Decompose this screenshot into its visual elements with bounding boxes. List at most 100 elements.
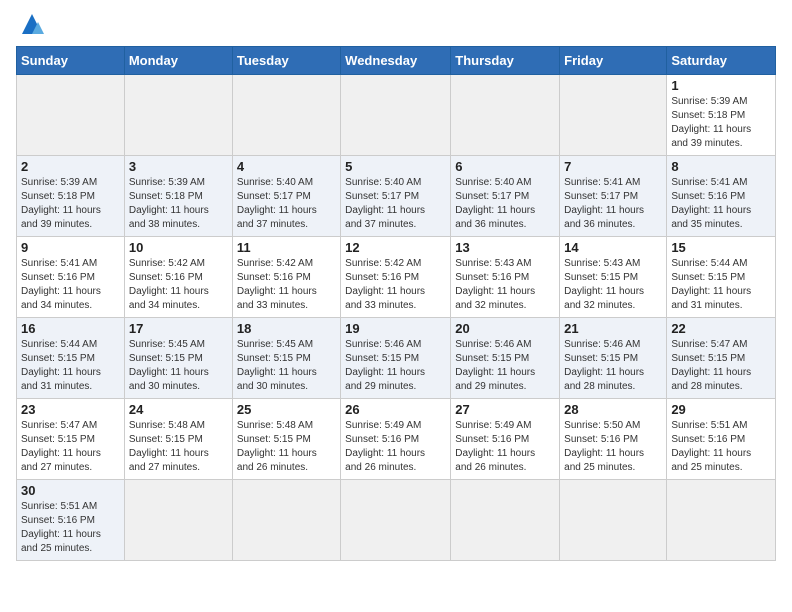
day-info: Sunrise: 5:48 AM Sunset: 5:15 PM Dayligh… xyxy=(129,419,228,475)
weekday-header-friday: Friday xyxy=(560,47,667,75)
day-number: 21 xyxy=(564,321,662,336)
day-number: 15 xyxy=(671,240,771,255)
day-number: 3 xyxy=(129,159,228,174)
day-info: Sunrise: 5:43 AM Sunset: 5:16 PM Dayligh… xyxy=(455,257,555,313)
day-info: Sunrise: 5:51 AM Sunset: 5:16 PM Dayligh… xyxy=(21,500,120,556)
calendar-cell: 11 Sunrise: 5:42 AM Sunset: 5:16 PM Dayli… xyxy=(232,237,340,318)
calendar-cell: 7Sunrise: 5:41 AM Sunset: 5:17 PM Daylig… xyxy=(560,156,667,237)
day-info: Sunrise: 5:46 AM Sunset: 5:15 PM Dayligh… xyxy=(564,338,662,394)
calendar-cell: 30Sunrise: 5:51 AM Sunset: 5:16 PM Dayli… xyxy=(17,480,125,561)
calendar-week-row: 2 Sunrise: 5:39 AM Sunset: 5:18 PM Daylig… xyxy=(17,156,776,237)
header xyxy=(16,10,776,38)
calendar-cell: 10 Sunrise: 5:42 AM Sunset: 5:16 PM Dayli… xyxy=(124,237,232,318)
calendar-cell: 22Sunrise: 5:47 AM Sunset: 5:15 PM Dayli… xyxy=(667,318,776,399)
weekday-header-monday: Monday xyxy=(124,47,232,75)
calendar-cell: 17 Sunrise: 5:45 AM Sunset: 5:15 PM Dayli… xyxy=(124,318,232,399)
calendar-cell: 5Sunrise: 5:40 AM Sunset: 5:17 PM Daylig… xyxy=(341,156,451,237)
calendar-week-row: 23 Sunrise: 5:47 AM Sunset: 5:15 PM Dayli… xyxy=(17,399,776,480)
day-info: Sunrise: 5:41 AM Sunset: 5:17 PM Dayligh… xyxy=(564,176,662,232)
calendar-cell: 8 Sunrise: 5:41 AM Sunset: 5:16 PM Daylig… xyxy=(667,156,776,237)
day-info: Sunrise: 5:46 AM Sunset: 5:15 PM Dayligh… xyxy=(345,338,446,394)
calendar-cell xyxy=(124,480,232,561)
day-info: Sunrise: 5:48 AM Sunset: 5:15 PM Dayligh… xyxy=(237,419,336,475)
calendar-cell xyxy=(560,75,667,156)
day-number: 22 xyxy=(671,321,771,336)
calendar-cell xyxy=(17,75,125,156)
day-info: Sunrise: 5:40 AM Sunset: 5:17 PM Dayligh… xyxy=(455,176,555,232)
calendar-cell: 13 Sunrise: 5:43 AM Sunset: 5:16 PM Dayli… xyxy=(451,237,560,318)
day-info: Sunrise: 5:50 AM Sunset: 5:16 PM Dayligh… xyxy=(564,419,662,475)
day-info: Sunrise: 5:43 AM Sunset: 5:15 PM Dayligh… xyxy=(564,257,662,313)
calendar-cell: 25 Sunrise: 5:48 AM Sunset: 5:15 PM Dayli… xyxy=(232,399,340,480)
calendar-cell: 26 Sunrise: 5:49 AM Sunset: 5:16 PM Dayli… xyxy=(341,399,451,480)
calendar-cell: 21 Sunrise: 5:46 AM Sunset: 5:15 PM Dayli… xyxy=(560,318,667,399)
day-info: Sunrise: 5:45 AM Sunset: 5:15 PM Dayligh… xyxy=(129,338,228,394)
calendar-cell xyxy=(232,480,340,561)
day-number: 14 xyxy=(564,240,662,255)
day-info: Sunrise: 5:39 AM Sunset: 5:18 PM Dayligh… xyxy=(671,95,771,151)
day-number: 2 xyxy=(21,159,120,174)
day-number: 8 xyxy=(671,159,771,174)
calendar-cell: 20 Sunrise: 5:46 AM Sunset: 5:15 PM Dayli… xyxy=(451,318,560,399)
calendar-cell: 24 Sunrise: 5:48 AM Sunset: 5:15 PM Dayli… xyxy=(124,399,232,480)
day-info: Sunrise: 5:45 AM Sunset: 5:15 PM Dayligh… xyxy=(237,338,336,394)
calendar-cell xyxy=(451,75,560,156)
day-info: Sunrise: 5:49 AM Sunset: 5:16 PM Dayligh… xyxy=(455,419,555,475)
day-number: 27 xyxy=(455,402,555,417)
day-number: 16 xyxy=(21,321,120,336)
calendar-cell: 23 Sunrise: 5:47 AM Sunset: 5:15 PM Dayli… xyxy=(17,399,125,480)
day-number: 10 xyxy=(129,240,228,255)
calendar: SundayMondayTuesdayWednesdayThursdayFrid… xyxy=(16,46,776,561)
calendar-cell: 14 Sunrise: 5:43 AM Sunset: 5:15 PM Dayli… xyxy=(560,237,667,318)
calendar-cell xyxy=(560,480,667,561)
calendar-cell: 27 Sunrise: 5:49 AM Sunset: 5:16 PM Dayli… xyxy=(451,399,560,480)
logo xyxy=(16,10,46,38)
day-number: 24 xyxy=(129,402,228,417)
calendar-cell xyxy=(451,480,560,561)
day-number: 26 xyxy=(345,402,446,417)
day-info: Sunrise: 5:42 AM Sunset: 5:16 PM Dayligh… xyxy=(129,257,228,313)
day-info: Sunrise: 5:47 AM Sunset: 5:15 PM Dayligh… xyxy=(21,419,120,475)
day-number: 23 xyxy=(21,402,120,417)
day-info: Sunrise: 5:39 AM Sunset: 5:18 PM Dayligh… xyxy=(21,176,120,232)
calendar-cell: 1Sunrise: 5:39 AM Sunset: 5:18 PM Daylig… xyxy=(667,75,776,156)
day-number: 9 xyxy=(21,240,120,255)
day-number: 13 xyxy=(455,240,555,255)
day-info: Sunrise: 5:41 AM Sunset: 5:16 PM Dayligh… xyxy=(671,176,771,232)
day-info: Sunrise: 5:40 AM Sunset: 5:17 PM Dayligh… xyxy=(237,176,336,232)
day-info: Sunrise: 5:44 AM Sunset: 5:15 PM Dayligh… xyxy=(21,338,120,394)
weekday-header-sunday: Sunday xyxy=(17,47,125,75)
calendar-cell xyxy=(124,75,232,156)
calendar-cell: 4Sunrise: 5:40 AM Sunset: 5:17 PM Daylig… xyxy=(232,156,340,237)
calendar-week-row: 9Sunrise: 5:41 AM Sunset: 5:16 PM Daylig… xyxy=(17,237,776,318)
day-info: Sunrise: 5:46 AM Sunset: 5:15 PM Dayligh… xyxy=(455,338,555,394)
calendar-cell xyxy=(341,75,451,156)
day-number: 29 xyxy=(671,402,771,417)
calendar-cell xyxy=(232,75,340,156)
day-info: Sunrise: 5:49 AM Sunset: 5:16 PM Dayligh… xyxy=(345,419,446,475)
day-info: Sunrise: 5:44 AM Sunset: 5:15 PM Dayligh… xyxy=(671,257,771,313)
calendar-cell: 15 Sunrise: 5:44 AM Sunset: 5:15 PM Dayli… xyxy=(667,237,776,318)
day-info: Sunrise: 5:51 AM Sunset: 5:16 PM Dayligh… xyxy=(671,419,771,475)
day-number: 17 xyxy=(129,321,228,336)
calendar-cell: 2 Sunrise: 5:39 AM Sunset: 5:18 PM Daylig… xyxy=(17,156,125,237)
day-number: 28 xyxy=(564,402,662,417)
day-number: 6 xyxy=(455,159,555,174)
calendar-header-row: SundayMondayTuesdayWednesdayThursdayFrid… xyxy=(17,47,776,75)
day-number: 11 xyxy=(237,240,336,255)
day-info: Sunrise: 5:42 AM Sunset: 5:16 PM Dayligh… xyxy=(345,257,446,313)
day-info: Sunrise: 5:39 AM Sunset: 5:18 PM Dayligh… xyxy=(129,176,228,232)
calendar-week-row: 30Sunrise: 5:51 AM Sunset: 5:16 PM Dayli… xyxy=(17,480,776,561)
calendar-week-row: 16 Sunrise: 5:44 AM Sunset: 5:15 PM Dayli… xyxy=(17,318,776,399)
weekday-header-wednesday: Wednesday xyxy=(341,47,451,75)
calendar-cell: 3 Sunrise: 5:39 AM Sunset: 5:18 PM Daylig… xyxy=(124,156,232,237)
day-number: 5 xyxy=(345,159,446,174)
calendar-cell: 19Sunrise: 5:46 AM Sunset: 5:15 PM Dayli… xyxy=(341,318,451,399)
calendar-cell: 18Sunrise: 5:45 AM Sunset: 5:15 PM Dayli… xyxy=(232,318,340,399)
day-info: Sunrise: 5:42 AM Sunset: 5:16 PM Dayligh… xyxy=(237,257,336,313)
day-number: 20 xyxy=(455,321,555,336)
page: SundayMondayTuesdayWednesdayThursdayFrid… xyxy=(0,0,792,577)
logo-icon xyxy=(18,10,46,38)
day-number: 25 xyxy=(237,402,336,417)
weekday-header-saturday: Saturday xyxy=(667,47,776,75)
